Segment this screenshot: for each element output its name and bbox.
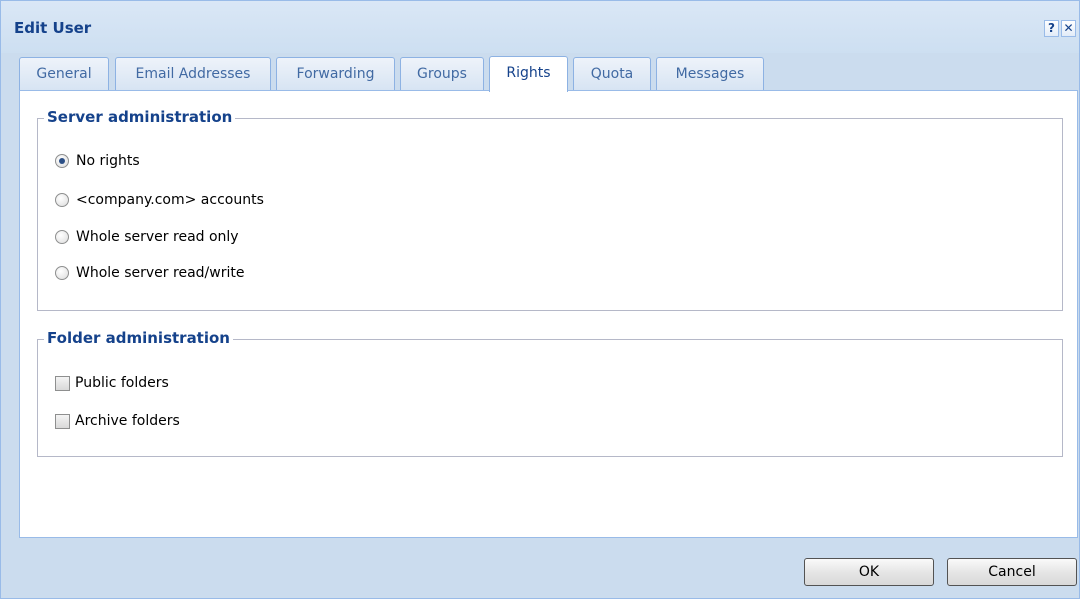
checkbox[interactable] xyxy=(55,413,70,429)
tab-groups[interactable]: Groups xyxy=(400,57,484,90)
tab-strip: General Email Addresses Forwarding Group… xyxy=(19,53,1078,92)
ok-button[interactable]: OK xyxy=(804,558,934,586)
radio-whole-server-read-only[interactable]: Whole server read only xyxy=(55,227,239,247)
checkbox-label: Archive folders xyxy=(75,413,180,429)
tab-quota[interactable]: Quota xyxy=(573,57,651,90)
checkbox-public-folders[interactable]: Public folders xyxy=(55,373,169,393)
radio-button[interactable] xyxy=(55,193,69,207)
radio-whole-server-read-write[interactable]: Whole server read/write xyxy=(55,263,244,283)
radio-company-accounts[interactable]: <company.com> accounts xyxy=(55,190,264,210)
radio-no-rights[interactable]: No rights xyxy=(55,151,140,171)
tab-email-addresses[interactable]: Email Addresses xyxy=(115,57,271,90)
folder-administration-legend: Folder administration xyxy=(44,329,233,347)
title-bar: Edit User ? ✕ xyxy=(1,1,1079,53)
checkbox-archive-folders[interactable]: Archive folders xyxy=(55,411,180,431)
server-administration-legend: Server administration xyxy=(44,108,236,126)
radio-label: Whole server read/write xyxy=(76,265,245,281)
close-icon[interactable]: ✕ xyxy=(1061,20,1076,37)
server-administration-fieldset: Server administration No rights <company… xyxy=(37,108,1063,311)
folder-administration-fieldset: Folder administration Public folders Arc… xyxy=(37,329,1063,457)
radio-label: No rights xyxy=(76,153,140,169)
checkbox-label: Public folders xyxy=(75,375,169,391)
cancel-button[interactable]: Cancel xyxy=(947,558,1077,586)
tab-rights[interactable]: Rights xyxy=(489,56,568,92)
radio-button[interactable] xyxy=(55,266,69,280)
edit-user-dialog: Edit User ? ✕ General Email Addresses Fo… xyxy=(0,0,1080,599)
tab-forwarding[interactable]: Forwarding xyxy=(276,57,395,90)
tab-messages[interactable]: Messages xyxy=(656,57,764,90)
dialog-title: Edit User xyxy=(14,19,92,37)
checkbox[interactable] xyxy=(55,375,70,391)
help-icon[interactable]: ? xyxy=(1044,20,1059,37)
radio-label: Whole server read only xyxy=(76,229,239,245)
radio-button[interactable] xyxy=(55,230,69,244)
tab-general[interactable]: General xyxy=(19,57,109,90)
radio-button-checked[interactable] xyxy=(55,154,69,168)
rights-panel: Server administration No rights <company… xyxy=(19,90,1078,538)
radio-label: <company.com> accounts xyxy=(76,192,264,208)
